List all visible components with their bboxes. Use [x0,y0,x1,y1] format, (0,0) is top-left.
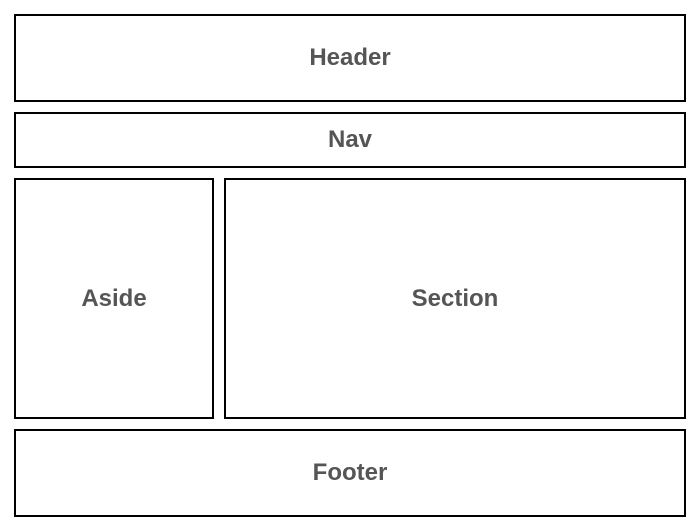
middle-row: Aside Section [14,178,686,419]
header-box: Header [14,14,686,102]
nav-label: Nav [328,126,372,154]
footer-box: Footer [14,429,686,517]
header-label: Header [309,44,390,72]
section-box: Section [224,178,686,419]
nav-box: Nav [14,112,686,168]
aside-box: Aside [14,178,214,419]
aside-label: Aside [81,285,146,313]
section-label: Section [412,285,499,313]
footer-label: Footer [313,459,388,487]
page-layout-diagram: Header Nav Aside Section Footer [14,14,686,517]
